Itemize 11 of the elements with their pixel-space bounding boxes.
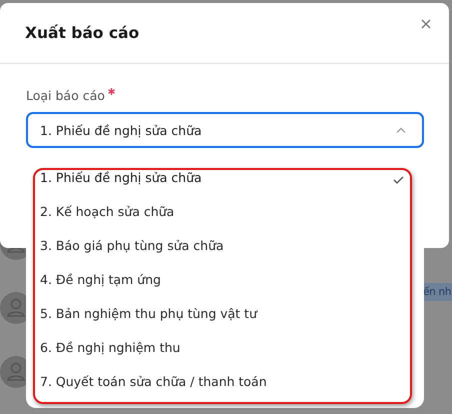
- report-type-select[interactable]: 1. Phiếu đề nghị sửa chữa: [26, 112, 424, 148]
- field-label: Loại báo cáo: [26, 88, 105, 103]
- dropdown-option[interactable]: 4. Đề nghị tạm ứng: [40, 272, 412, 306]
- check-icon: [393, 176, 404, 184]
- dropdown-option[interactable]: 5. Bản nghiệm thu phụ tùng vật tư: [40, 306, 412, 340]
- dropdown-option[interactable]: 1. Phiếu đề nghị sửa chữa: [40, 170, 412, 204]
- dialog-title: Xuất báo cáo: [25, 24, 140, 42]
- dropdown-option[interactable]: 6. Đề nghị nghiệm thu: [40, 340, 412, 374]
- close-icon[interactable]: [419, 17, 433, 31]
- dropdown-option[interactable]: 7. Quyết toán sửa chữa / thanh toán: [40, 374, 412, 408]
- caret-icon: [396, 127, 406, 133]
